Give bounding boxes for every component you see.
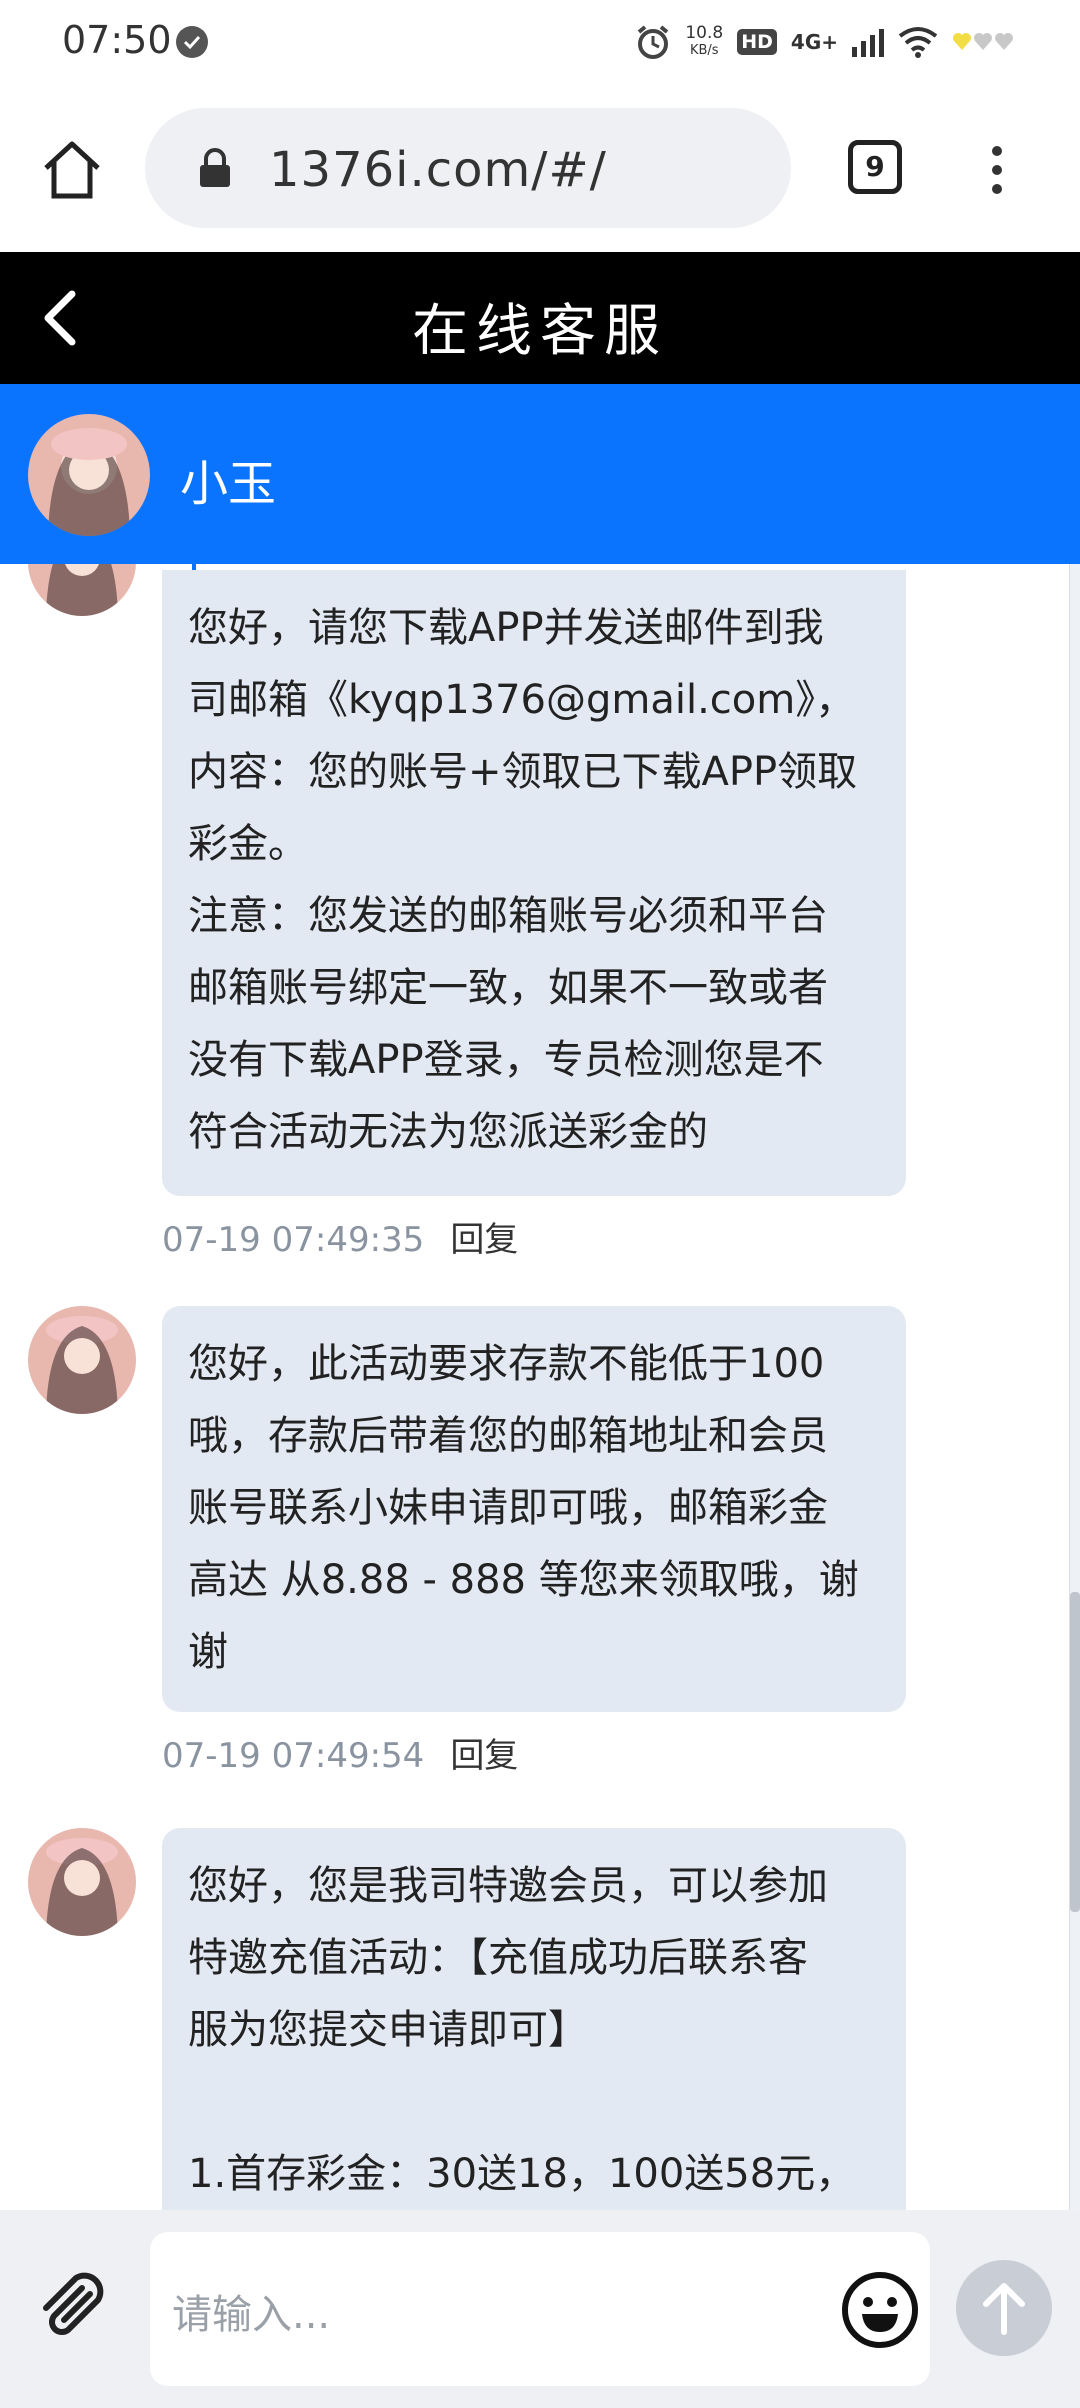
message-timestamp: 07-19 07:49:35 (162, 1220, 425, 1260)
input-placeholder: 请输入... (172, 2292, 331, 2338)
agent-avatar (28, 414, 150, 536)
browser-toolbar: 1376i.com/#/ 9 (0, 86, 1080, 252)
input-bar: 请输入... (0, 2210, 1080, 2408)
tab-switcher-button[interactable]: 9 (848, 140, 902, 194)
signal-icon (852, 29, 884, 57)
battery-hearts-icon (953, 33, 1013, 50)
agent-message-avatar (28, 564, 136, 616)
chat-scrollbar[interactable] (1069, 564, 1080, 2210)
more-menu-icon[interactable] (976, 138, 1016, 202)
agent-message-avatar (28, 1306, 136, 1414)
status-bar: 07:50 10.8 KB/s HD 4G+ (0, 0, 1080, 86)
alarm-icon (638, 25, 669, 59)
hd-icon: HD (737, 29, 777, 55)
chat-area[interactable]: 您好，请您下载APP并发送邮件到我 司邮箱《kyqp1376@gmail.com… (0, 564, 1080, 2210)
page-title: 在线客服 (412, 299, 668, 364)
reply-link[interactable]: 回复 (450, 1736, 518, 1776)
url-text: 1376i.com/#/ (269, 142, 607, 198)
message-bubble: 您好，请您下载APP并发送邮件到我 司邮箱《kyqp1376@gmail.com… (162, 570, 906, 1196)
message-bubble: 您好，您是我司特邀会员，可以参加 特邀充值活动：【充值成功后联系客 服为您提交申… (162, 1828, 906, 2210)
send-button[interactable] (956, 2260, 1052, 2356)
network-type: 4G+ (790, 30, 838, 54)
wifi-icon (898, 27, 938, 58)
message-bubble: 您好，此活动要求存款不能低于100 哦，存款后带着您的邮箱地址和会员 账号联系小… (162, 1306, 906, 1712)
message-input[interactable]: 请输入... (150, 2232, 930, 2386)
lock-icon (197, 148, 233, 188)
status-time: 07:50 (62, 18, 172, 62)
address-bar[interactable]: 1376i.com/#/ (145, 108, 791, 228)
message-timestamp: 07-19 07:49:54 (162, 1736, 425, 1776)
paperclip-icon[interactable] (36, 2270, 112, 2346)
emoji-icon[interactable] (840, 2270, 920, 2350)
status-icons: 10.8 KB/s HD 4G+ (635, 20, 1014, 64)
message-meta: 07-19 07:49:54 回复 (162, 1728, 518, 1777)
arrow-up-icon (983, 2283, 1025, 2335)
reply-link[interactable]: 回复 (450, 1220, 518, 1260)
home-icon[interactable] (40, 138, 104, 202)
network-speed: 10.8 KB/s (685, 23, 724, 58)
page-header: 在线客服 (0, 252, 1080, 384)
agent-bar: 小玉 (0, 384, 1080, 564)
agent-name: 小玉 (180, 456, 277, 512)
message-meta: 07-19 07:49:35 回复 (162, 1212, 518, 1261)
agent-message-avatar (28, 1828, 136, 1936)
check-icon (176, 26, 208, 58)
scrollbar-thumb[interactable] (1070, 1592, 1080, 1912)
